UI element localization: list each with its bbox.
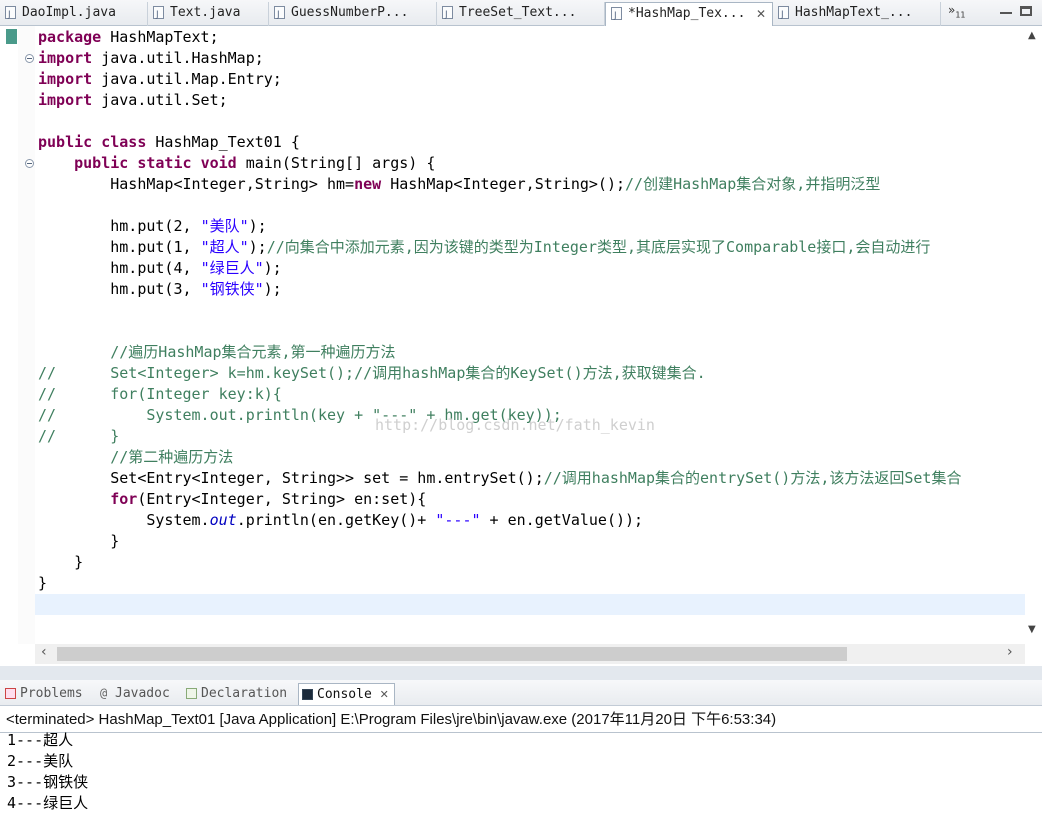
tab-javadoc[interactable]: @ Javadoc — [97, 683, 170, 705]
code-line: // Set<Integer> k=hm.keySet();//调用hashMa… — [38, 364, 706, 382]
tab-text[interactable]: Text.java — [148, 2, 269, 26]
current-line-highlight — [35, 594, 1025, 615]
tab-label: Text.java — [170, 5, 241, 20]
java-file-icon — [153, 4, 164, 26]
code-line: public static void main(String[] args) { — [74, 154, 436, 172]
code-line: import java.util.Set; — [38, 91, 228, 109]
code-line: HashMap<Integer,String> hm=new HashMap<I… — [38, 175, 881, 193]
left-ruler — [0, 26, 27, 644]
declaration-icon — [186, 688, 197, 699]
code-editor[interactable]: package HashMapText; import java.util.Ha… — [0, 26, 1042, 666]
tab-guessnumber[interactable]: GuessNumberP... — [269, 2, 437, 26]
tab-console[interactable]: Console ✕ — [298, 683, 395, 705]
java-file-icon — [611, 5, 622, 27]
tab-label: Javadoc — [115, 686, 170, 701]
console-view[interactable]: <terminated> HashMap_Text01 [Java Applic… — [0, 706, 1042, 832]
bookmark-marker — [6, 29, 17, 44]
code-line: hm.put(4, "绿巨人"); — [38, 259, 282, 277]
folding-column — [18, 26, 35, 644]
tab-declaration[interactable]: Declaration — [183, 683, 287, 705]
terminated-status: <terminated> HashMap_Text01 [Java Applic… — [6, 711, 777, 728]
tab-daoimpl[interactable]: DaoImpl.java — [0, 2, 148, 26]
tab-label: DaoImpl.java — [22, 5, 116, 20]
tab-hashmap-text01[interactable]: *HashMap_Tex... ✕ — [605, 2, 773, 27]
problems-icon — [5, 688, 16, 699]
code-line: System.out.println(en.getKey()+ "---" + … — [38, 511, 644, 529]
console-output-line: 4---绿巨人 — [7, 794, 89, 812]
code-line: for(Entry<Integer, String> en:set){ — [110, 490, 427, 508]
view-tab-bar: Problems @ Javadoc Declaration Console ✕ — [0, 680, 1042, 706]
tab-label: Console — [317, 687, 372, 702]
java-file-icon — [274, 4, 285, 26]
vertical-scrollbar[interactable]: ▲ ▼ — [1025, 26, 1042, 644]
close-icon[interactable]: ✕ — [380, 684, 389, 706]
code-line: //第二种遍历方法 — [38, 448, 234, 466]
panel-separator[interactable] — [0, 666, 1042, 680]
code-line: public class HashMap_Text01 { — [38, 133, 300, 151]
code-line: // } — [38, 427, 120, 445]
maximize-button[interactable] — [1020, 6, 1032, 16]
tab-label: TreeSet_Text... — [459, 5, 577, 20]
code-line: Set<Entry<Integer, String>> set = hm.ent… — [38, 469, 962, 487]
tab-label: Problems — [20, 686, 83, 701]
console-output-line: 3---钢铁侠 — [7, 773, 89, 791]
tab-label: *HashMap_Tex... — [628, 6, 746, 21]
tab-problems[interactable]: Problems — [2, 683, 83, 705]
console-output-line: 1---超人 — [7, 731, 74, 749]
code-text-area[interactable]: package HashMapText; import java.util.Ha… — [35, 26, 1025, 644]
fold-toggle-icon[interactable] — [25, 54, 34, 63]
tab-treeset[interactable]: TreeSet_Text... — [437, 2, 605, 26]
scroll-down-icon[interactable]: ▼ — [1028, 624, 1036, 635]
console-icon — [302, 689, 313, 700]
scrollbar-thumb[interactable] — [57, 647, 847, 661]
scroll-right-icon[interactable]: › — [1007, 644, 1013, 660]
code-line: } — [38, 574, 48, 592]
code-line: import java.util.Map.Entry; — [38, 70, 282, 88]
tab-hashmaptext[interactable]: HashMapText_... — [773, 2, 941, 26]
code-line: hm.put(3, "钢铁侠"); — [38, 280, 282, 298]
close-icon[interactable]: ✕ — [756, 3, 766, 25]
overflow-count: 11 — [955, 10, 966, 20]
java-file-icon — [5, 4, 16, 26]
code-line: package HashMapText; — [38, 28, 219, 46]
code-line: import java.util.HashMap; — [38, 49, 264, 67]
fold-toggle-icon[interactable] — [25, 159, 34, 168]
code-line: } — [38, 532, 120, 550]
minimize-button[interactable] — [1000, 6, 1012, 14]
java-file-icon — [442, 4, 453, 26]
tab-label: HashMapText_... — [795, 5, 913, 20]
java-file-icon — [778, 4, 789, 26]
code-line: //遍历HashMap集合元素,第一种遍历方法 — [38, 343, 396, 361]
editor-tab-bar: DaoImpl.java Text.java GuessNumberP... T… — [0, 0, 1042, 27]
console-output-line: 2---美队 — [7, 752, 74, 770]
tabs-overflow-button[interactable]: »11 — [948, 3, 966, 19]
javadoc-icon: @ — [100, 686, 108, 700]
tab-label: Declaration — [201, 686, 288, 701]
code-line: hm.put(2, "美队"); — [38, 217, 267, 235]
code-line: } — [38, 553, 84, 571]
scroll-left-icon[interactable]: ‹ — [41, 644, 47, 660]
code-line: hm.put(1, "超人");//向集合中添加元素,因为该键的类型为Integ… — [38, 238, 931, 256]
code-line: // for(Integer key:k){ — [38, 385, 282, 403]
divider — [0, 732, 1042, 733]
horizontal-scrollbar[interactable]: ‹ › — [35, 644, 1025, 664]
tab-label: GuessNumberP... — [291, 5, 409, 20]
watermark: http://blog.csdn.net/fath_kevin — [375, 416, 655, 434]
scroll-up-icon[interactable]: ▲ — [1028, 30, 1036, 41]
